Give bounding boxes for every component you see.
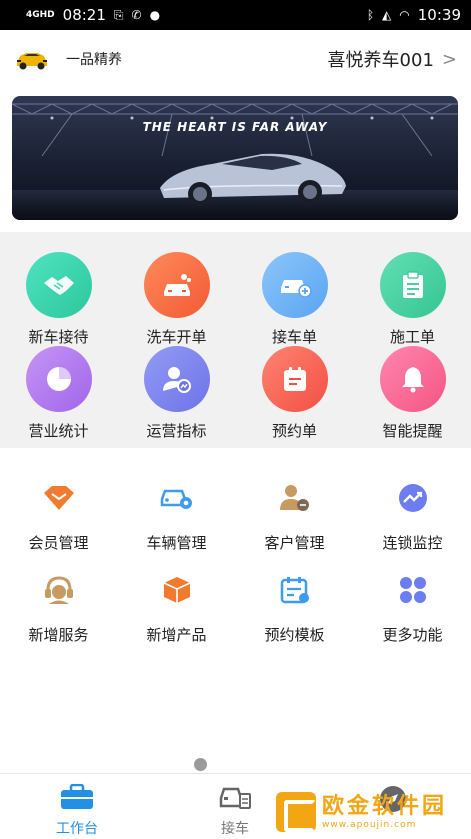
watermark: 欧金软件园 www.apoujin.com: [276, 790, 466, 834]
promo-banner[interactable]: THE HEART IS FAR AWAY: [12, 96, 458, 220]
menu-label: 客户管理: [264, 534, 325, 552]
calendar-icon: [261, 346, 328, 412]
management-panel: 会员管理 车辆管理 客户管理 连锁监控 新增服务 新增产品 预约模板 更多功能: [0, 448, 471, 758]
car-settings-icon: [157, 478, 197, 518]
status-time-right: 10:39: [417, 6, 461, 24]
toolbox-icon: [60, 783, 94, 814]
trend-icon: [393, 478, 433, 518]
bluetooth-icon: ᛒ: [366, 8, 375, 22]
menu-more-features[interactable]: 更多功能: [354, 570, 471, 645]
quick-work-order[interactable]: 施工单: [354, 252, 471, 347]
sports-car-image: [160, 153, 346, 206]
menu-chain-monitoring[interactable]: 连锁监控: [354, 478, 471, 553]
calendar-template-icon: [275, 570, 315, 610]
menu-label: 更多功能: [382, 626, 443, 644]
headset-icon: [39, 570, 79, 610]
quick-label: 新车接待: [28, 328, 89, 346]
quick-label: 运营指标: [146, 422, 207, 440]
quick-label: 智能提醒: [382, 422, 443, 440]
car-receive-icon: [218, 784, 252, 814]
chevron-right-icon: >: [441, 48, 457, 70]
watermark-logo-icon: [276, 792, 316, 832]
menu-customer-management[interactable]: 客户管理: [236, 478, 353, 553]
app-header: 一品精养 喜悦养车001 >: [0, 30, 471, 88]
quick-label: 施工单: [389, 328, 435, 346]
page-indicator-dot[interactable]: [194, 758, 207, 771]
watermark-url: www.apoujin.com: [322, 820, 417, 830]
customer-icon: [275, 478, 315, 518]
message-icon: ●: [149, 8, 161, 22]
quick-label: 接车单: [271, 328, 317, 346]
menu-appointment-template[interactable]: 预约模板: [236, 570, 353, 645]
vip-diamond-icon: [39, 478, 79, 518]
status-bar: 4GHD 08:21 ⎘ ✆ ● ᛒ ◭ ◠ 10:39: [0, 0, 471, 30]
tab-label: 接车: [221, 821, 249, 837]
banner-headline: THE HEART IS FAR AWAY: [142, 120, 328, 134]
handshake-icon: [25, 252, 92, 318]
phone-icon: ✆: [131, 8, 142, 22]
quick-appointment-order[interactable]: 预约单: [236, 346, 353, 441]
menu-member-management[interactable]: 会员管理: [0, 478, 117, 553]
quick-label: 营业统计: [28, 422, 89, 440]
tab-workbench[interactable]: 工作台: [18, 774, 136, 839]
menu-add-product[interactable]: 新增产品: [118, 570, 235, 645]
app-screen: 4GHD 08:21 ⎘ ✆ ● ᛒ ◭ ◠ 10:39 一品精养 喜悦养车00…: [0, 0, 471, 839]
quick-operation-metrics[interactable]: 运营指标: [118, 346, 235, 441]
network-type: 4GHD: [26, 9, 55, 20]
pie-chart-icon: [25, 346, 92, 412]
grid-more-icon: [393, 570, 433, 610]
status-time-left: 08:21: [62, 6, 106, 24]
quick-pickup-order[interactable]: 接车单: [236, 252, 353, 347]
menu-add-service[interactable]: 新增服务: [0, 570, 117, 645]
menu-label: 预约模板: [264, 626, 325, 644]
quick-smart-reminder[interactable]: 智能提醒: [354, 346, 471, 441]
menu-label: 连锁监控: [382, 534, 443, 552]
mute-icon: ◭: [382, 8, 392, 22]
menu-vehicle-management[interactable]: 车辆管理: [118, 478, 235, 553]
user-chart-icon: [143, 346, 210, 412]
quick-label: 洗车开单: [146, 328, 207, 346]
store-switcher[interactable]: 喜悦养车001 >: [328, 46, 457, 72]
store-name: 喜悦养车001: [327, 50, 434, 71]
brand-name: 一品精养: [66, 52, 122, 68]
menu-label: 会员管理: [28, 534, 89, 552]
wifi-icon: ◠: [399, 8, 410, 22]
quick-label: 预约单: [271, 422, 317, 440]
quick-actions-panel: 新车接待 洗车开单 接车单 施工单 营业统计 运营指标 预约单 智能提醒: [0, 232, 471, 448]
quick-new-car-reception[interactable]: 新车接待: [0, 252, 117, 347]
box-icon: [157, 570, 197, 610]
quick-business-stats[interactable]: 营业统计: [0, 346, 117, 441]
quick-car-wash-order[interactable]: 洗车开单: [118, 252, 235, 347]
car-logo-icon: [14, 47, 50, 71]
car-wash-icon: [143, 252, 210, 318]
menu-label: 新增产品: [146, 626, 207, 644]
car-add-icon: [261, 252, 328, 318]
menu-label: 新增服务: [28, 626, 89, 644]
clipboard-icon: [379, 252, 446, 318]
tab-label: 工作台: [56, 821, 98, 837]
bell-icon: [379, 346, 446, 412]
menu-label: 车辆管理: [146, 534, 207, 552]
sync-icon: ⎘: [113, 7, 124, 22]
watermark-brand: 欧金软件园: [322, 794, 448, 819]
